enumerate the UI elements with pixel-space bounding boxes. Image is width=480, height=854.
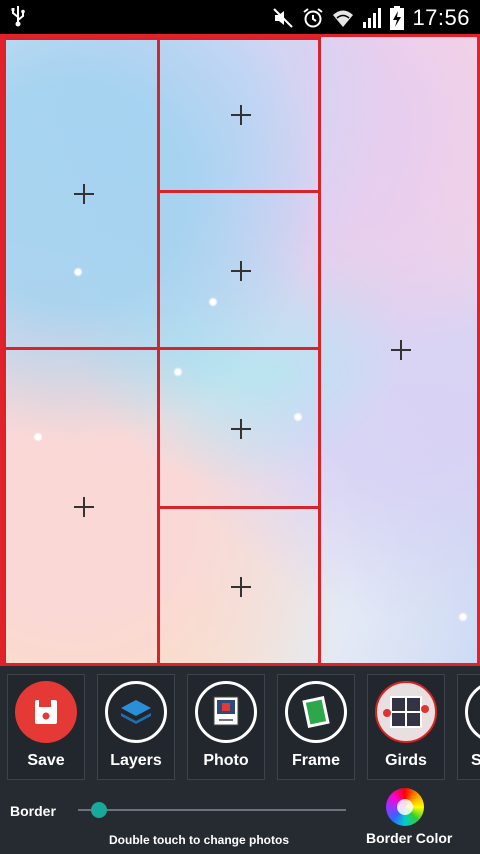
add-photo-icon[interactable] [391,340,411,360]
border-color-label[interactable]: Border Color [366,830,452,846]
photo-slot-4[interactable] [157,190,321,350]
photo-button[interactable]: Photo [187,674,265,780]
layers-label: Layers [110,752,162,769]
layers-button[interactable]: Layers [97,674,175,780]
partial-tool-label: S [471,752,480,769]
photo-slot-6[interactable] [157,506,321,666]
layers-icon [105,681,167,743]
add-photo-icon[interactable] [74,497,94,517]
hint-text: Double touch to change photos [109,833,289,847]
border-slider-thumb[interactable] [91,802,108,818]
frame-button[interactable]: Frame [277,674,355,780]
border-label: Border [10,803,56,819]
photo-slot-7[interactable] [318,37,480,666]
save-label: Save [27,752,65,769]
save-button[interactable]: Save [7,674,85,780]
partial-tool-icon [465,681,480,743]
add-photo-icon[interactable] [231,577,251,597]
wifi-icon [332,7,354,34]
grids-button[interactable]: Girds [367,674,445,780]
clock-time: 17:56 [412,5,470,30]
photo-slot-3[interactable] [157,37,321,193]
grids-label: Girds [385,752,427,769]
photo-icon [195,681,257,743]
border-slider-track[interactable] [78,809,346,811]
save-icon [15,681,77,743]
battery-charging-icon [390,6,404,35]
photo-slot-5[interactable] [157,347,321,509]
add-photo-icon[interactable] [231,105,251,125]
partial-tool-button[interactable]: S [457,674,480,780]
mute-icon [272,7,294,34]
usb-icon [10,5,26,32]
photo-label: Photo [203,752,249,769]
add-photo-icon[interactable] [231,419,251,439]
frame-label: Frame [291,752,341,769]
collage-canvas[interactable] [0,34,480,666]
add-photo-icon[interactable] [74,184,94,204]
bottom-toolbar: Save Layers Photo Frame Girds S Border D… [0,666,480,854]
color-wheel-icon[interactable] [386,788,424,826]
add-photo-icon[interactable] [231,261,251,281]
signal-icon [362,7,382,34]
alarm-icon [302,7,324,34]
photo-slot-2[interactable] [3,347,160,666]
grid-icon [375,681,437,743]
frame-icon [285,681,347,743]
status-bar: 17:56 [0,0,480,34]
photo-slot-1[interactable] [3,37,160,350]
tool-strip[interactable]: Save Layers Photo Frame Girds S [0,674,480,780]
